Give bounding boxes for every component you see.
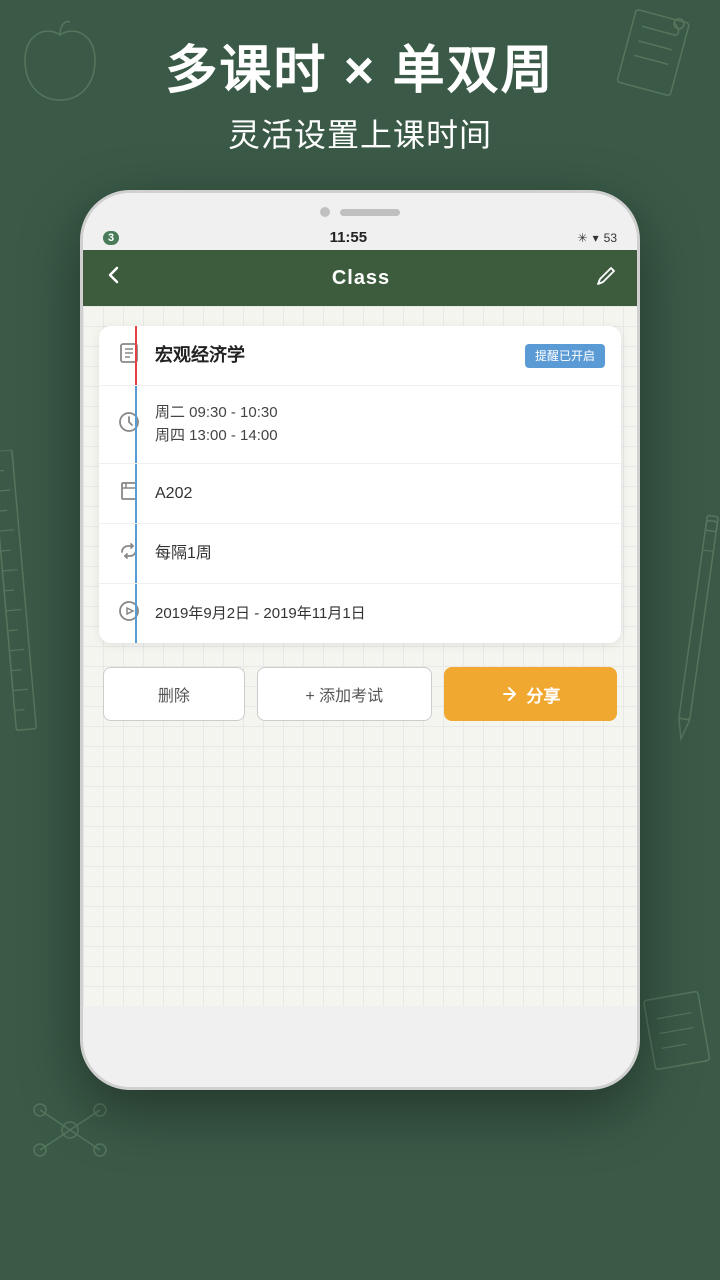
bluetooth-icon: ✳ (578, 231, 588, 245)
add-exam-button[interactable]: + 添加考试 (257, 667, 432, 721)
blue-accent-date (135, 584, 137, 643)
interval-text: 每隔1周 (155, 545, 212, 562)
status-time: 11:55 (330, 229, 368, 246)
content-area: 宏观经济学 提醒已开启 周二 09:30 - 10:30 周四 13:00 - … (83, 306, 637, 1006)
schedule-row: 周二 09:30 - 10:30 周四 13:00 - 14:00 (99, 386, 621, 464)
repeat-icon (115, 540, 143, 567)
clock-icon (115, 411, 143, 438)
blue-accent (135, 386, 137, 463)
date-range-text: 2019年9月2日 - 2019年11月1日 (155, 605, 366, 622)
class-name-content: 宏观经济学 提醒已开启 (155, 342, 605, 369)
sub-title: 灵活设置上课时间 (60, 110, 660, 156)
interval-row: 每隔1周 (99, 524, 621, 584)
schedule-content: 周二 09:30 - 10:30 周四 13:00 - 14:00 (155, 402, 605, 447)
room-text: A202 (155, 485, 192, 502)
blue-accent-room (135, 464, 137, 523)
wifi-icon: ▾ (593, 231, 599, 245)
book-icon (115, 342, 143, 369)
phone-mockup: 3 11:55 ✳ ▾ 53 Class (80, 190, 640, 1090)
reminder-badge: 提醒已开启 (525, 344, 605, 368)
location-icon (115, 480, 143, 507)
date-range-content: 2019年9月2日 - 2019年11月1日 (155, 602, 605, 626)
class-name-row: 宏观经济学 提醒已开启 (99, 326, 621, 386)
phone-top-bar (83, 193, 637, 225)
share-label: 分享 (526, 682, 560, 707)
class-card: 宏观经济学 提醒已开启 周二 09:30 - 10:30 周四 13:00 - … (99, 326, 621, 643)
header-section: 多课时 × 单双周 灵活设置上课时间 (0, 0, 720, 176)
status-indicator: 3 (103, 231, 119, 245)
battery-level: 53 (604, 231, 617, 245)
interval-content: 每隔1周 (155, 542, 605, 566)
play-icon (115, 600, 143, 627)
date-range-row: 2019年9月2日 - 2019年11月1日 (99, 584, 621, 643)
red-accent (135, 326, 137, 385)
main-title: 多课时 × 单双周 (60, 40, 660, 102)
schedule-line1: 周二 09:30 - 10:30 (155, 402, 605, 425)
class-name: 宏观经济学 (155, 342, 245, 369)
delete-button[interactable]: 删除 (103, 667, 245, 721)
app-bar-title: Class (332, 267, 390, 290)
app-bar: Class (83, 250, 637, 306)
schedule-line2: 周四 13:00 - 14:00 (155, 425, 605, 448)
share-button[interactable]: 分享 (444, 667, 617, 721)
edit-button[interactable] (597, 265, 617, 291)
phone-camera (320, 207, 330, 217)
share-icon (500, 685, 518, 703)
back-button[interactable] (103, 264, 125, 292)
bottom-buttons: 删除 + 添加考试 分享 (99, 667, 621, 721)
phone-speaker (340, 209, 400, 216)
room-row: A202 (99, 464, 621, 524)
room-content: A202 (155, 482, 605, 506)
blue-accent-interval (135, 524, 137, 583)
status-right: ✳ ▾ 53 (578, 231, 617, 245)
status-bar: 3 11:55 ✳ ▾ 53 (83, 225, 637, 250)
